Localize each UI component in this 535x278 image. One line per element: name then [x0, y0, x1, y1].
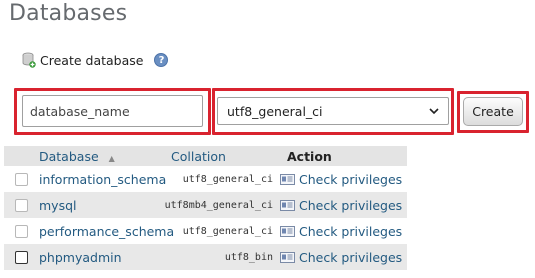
create-button[interactable]: Create [463, 97, 523, 126]
database-link[interactable]: performance_schema [38, 224, 174, 239]
table-row: performance_schema utf8_general_ci Check… [4, 218, 407, 244]
row-checkbox[interactable] [14, 250, 28, 264]
column-header-collation[interactable]: Collation [163, 149, 279, 164]
table-row: information_schema utf8_general_ci Check… [4, 166, 407, 192]
check-privileges-label: Check privileges [299, 223, 403, 239]
database-link[interactable]: mysql [38, 198, 163, 213]
database-link[interactable]: information_schema [38, 172, 166, 187]
check-privileges-label: Check privileges [299, 249, 403, 265]
row-checkbox[interactable] [14, 224, 28, 238]
table-row: mysql utf8mb4_general_ci Check privilege… [4, 192, 407, 218]
column-header-database[interactable]: Database ▲ [38, 149, 163, 164]
row-checkbox[interactable] [14, 172, 28, 186]
collation-value: utf8_general_ci [182, 225, 273, 237]
row-checkbox[interactable] [14, 198, 28, 212]
collation-select-value: utf8_general_ci [227, 103, 323, 119]
collation-select[interactable]: utf8_general_ci [217, 97, 449, 125]
table-row: phpmyadmin utf8_bin Check privileges [4, 244, 407, 270]
privileges-icon [280, 225, 295, 237]
collation-value: utf8_general_ci [182, 173, 273, 185]
table-header: Database ▲ Collation Action [4, 146, 407, 166]
check-privileges-label: Check privileges [299, 197, 403, 213]
collation-value: utf8_bin [224, 251, 273, 263]
database-link[interactable]: phpmyadmin [38, 250, 163, 265]
check-privileges-link[interactable]: Check privileges [279, 224, 407, 239]
help-icon[interactable]: ? [154, 53, 169, 67]
collation-value: utf8mb4_general_ci [164, 199, 273, 211]
create-database-label: Create database [40, 52, 144, 68]
check-privileges-link[interactable]: Check privileges [279, 250, 407, 265]
check-privileges-label: Check privileges [299, 171, 403, 187]
database-add-icon [22, 52, 36, 68]
privileges-icon [280, 251, 295, 263]
database-name-input[interactable] [22, 95, 203, 127]
privileges-icon [280, 199, 295, 211]
privileges-icon [280, 173, 295, 185]
chevron-down-icon [429, 104, 439, 119]
check-privileges-link[interactable]: Check privileges [279, 198, 407, 213]
column-header-action: Action [287, 148, 332, 164]
column-header-database-label: Database [39, 148, 99, 164]
databases-table: Database ▲ Collation Action information_s… [4, 146, 407, 270]
page-title: Databases [9, 1, 128, 26]
check-privileges-link[interactable]: Check privileges [279, 172, 407, 187]
create-database-heading: Create database ? [22, 52, 169, 68]
sort-asc-icon: ▲ [108, 153, 115, 163]
